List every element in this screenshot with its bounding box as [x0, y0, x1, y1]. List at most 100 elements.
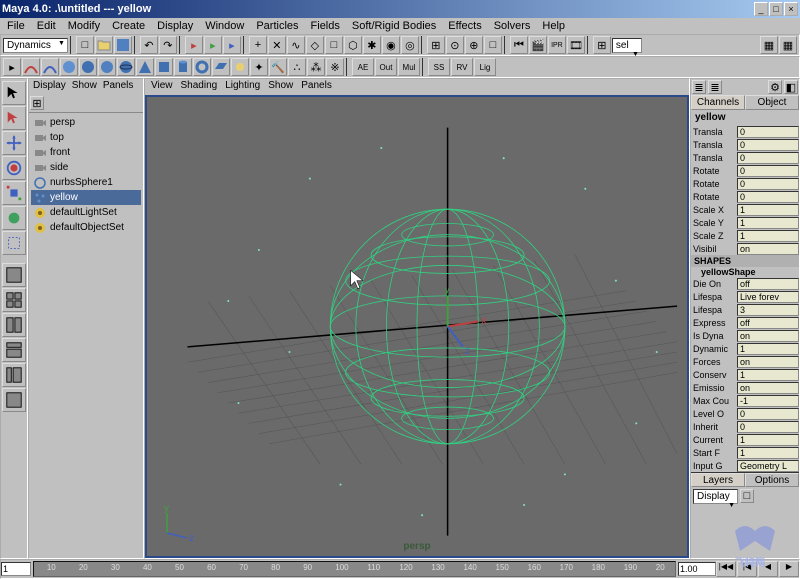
mask6-icon[interactable]: ⬡	[344, 36, 362, 54]
snap-grid-icon[interactable]: ⊞	[427, 36, 445, 54]
ch-icon4[interactable]: ◧	[784, 80, 798, 94]
sidebar-toggle-icon[interactable]: ▦	[760, 36, 778, 54]
history-icon[interactable]: ⏮	[510, 36, 528, 54]
shelf-torus-icon[interactable]	[193, 58, 211, 76]
ae-button[interactable]: AE	[352, 58, 374, 76]
menu-help[interactable]: Help	[537, 19, 570, 33]
channel-value-input[interactable]: -1	[737, 395, 799, 407]
shelf-ball1-icon[interactable]	[60, 58, 78, 76]
move-tool-icon[interactable]	[2, 131, 26, 155]
open-scene-icon[interactable]	[95, 36, 113, 54]
channel-value-input[interactable]: off	[737, 317, 799, 329]
channel-value-input[interactable]: 0	[737, 126, 799, 138]
outliner-item-defaultLightSet[interactable]: defaultLightSet	[31, 205, 141, 220]
menu-window[interactable]: Window	[200, 19, 249, 33]
shelf-emit1-icon[interactable]: ∴	[288, 58, 306, 76]
close-button[interactable]: ×	[784, 2, 798, 16]
channel-value-input[interactable]: 0	[737, 408, 799, 420]
channel-value-input[interactable]: Live forev	[737, 291, 799, 303]
menu-create[interactable]: Create	[107, 19, 150, 33]
shelf-emit2-icon[interactable]: ⁂	[307, 58, 325, 76]
channel-value-input[interactable]: 1	[737, 217, 799, 229]
shape-name[interactable]: yellowShape	[691, 267, 799, 277]
channel-value-input[interactable]: 0	[737, 178, 799, 190]
maximize-button[interactable]: □	[769, 2, 783, 16]
vp-menu-shading[interactable]: Shading	[181, 80, 218, 94]
channel-value-input[interactable]: 1	[737, 369, 799, 381]
select-hier-icon[interactable]: ▸	[185, 36, 203, 54]
channel-value-input[interactable]: 1	[737, 230, 799, 242]
layout-opt3-icon[interactable]	[2, 388, 26, 412]
channel-value-input[interactable]: 0	[737, 191, 799, 203]
mode-dropdown[interactable]: Dynamics	[3, 38, 68, 53]
channel-value-input[interactable]: on	[737, 382, 799, 394]
mask8-icon[interactable]: ◉	[382, 36, 400, 54]
ch-icon2[interactable]: ≣	[708, 80, 722, 94]
minimize-button[interactable]: _	[754, 2, 768, 16]
select-tool-icon[interactable]	[2, 81, 26, 105]
viewport-3d[interactable]: x y z yz persp	[145, 95, 689, 558]
menu-solvers[interactable]: Solvers	[489, 19, 536, 33]
outliner-item-top[interactable]: top	[31, 130, 141, 145]
outliner-item-nurbsSphere1[interactable]: nurbsSphere1	[31, 175, 141, 190]
lig-button[interactable]: Lig	[474, 58, 496, 76]
outliner-filter-icon[interactable]: ⊞	[30, 96, 44, 110]
channel-value-input[interactable]: on	[737, 330, 799, 342]
channel-value-input[interactable]: Geometry L	[737, 460, 799, 472]
layout-opt1-icon[interactable]	[2, 338, 26, 362]
sidebar-toggle2-icon[interactable]: ▦	[779, 36, 797, 54]
channel-value-input[interactable]: 0	[737, 152, 799, 164]
lasso-tool-icon[interactable]	[2, 106, 26, 130]
ss-button[interactable]: SS	[428, 58, 450, 76]
menu-modify[interactable]: Modify	[63, 19, 105, 33]
outliner-item-side[interactable]: side	[31, 160, 141, 175]
layer-new-icon[interactable]: □	[740, 489, 754, 503]
quick-sel-icon[interactable]: ⊞	[593, 36, 611, 54]
last-tool-icon[interactable]	[2, 231, 26, 255]
undo-icon[interactable]: ↶	[140, 36, 158, 54]
layer-display-dropdown[interactable]: Display	[693, 489, 738, 504]
ch-icon1[interactable]: ≣	[692, 80, 706, 94]
channel-value-input[interactable]: 1	[737, 434, 799, 446]
shelf-plane-icon[interactable]	[212, 58, 230, 76]
mask7-icon[interactable]: ✱	[363, 36, 381, 54]
shelf-cube-icon[interactable]	[155, 58, 173, 76]
shelf-curve2-icon[interactable]	[41, 58, 59, 76]
scale-tool-icon[interactable]	[2, 181, 26, 205]
menu-file[interactable]: File	[2, 19, 30, 33]
vp-menu-show[interactable]: Show	[268, 80, 293, 94]
layout-opt2-icon[interactable]	[2, 363, 26, 387]
new-scene-icon[interactable]: □	[76, 36, 94, 54]
shelf-ball3-icon[interactable]	[98, 58, 116, 76]
vp-menu-view[interactable]: View	[151, 80, 173, 94]
shelf-wand-icon[interactable]: ✦	[250, 58, 268, 76]
mask9-icon[interactable]: ◎	[401, 36, 419, 54]
tab-options[interactable]: Options	[745, 473, 799, 487]
outliner-menu-panels[interactable]: Panels	[103, 80, 134, 94]
channel-value-input[interactable]: on	[737, 243, 799, 255]
shelf-hammer-icon[interactable]: 🔨	[269, 58, 287, 76]
vp-menu-lighting[interactable]: Lighting	[225, 80, 260, 94]
manip-tool-icon[interactable]	[2, 206, 26, 230]
shelf-curve1-icon[interactable]	[22, 58, 40, 76]
shelf-ball2-icon[interactable]	[79, 58, 97, 76]
outliner-item-front[interactable]: front	[31, 145, 141, 160]
channel-value-input[interactable]: on	[737, 356, 799, 368]
outliner-item-yellow[interactable]: yellow	[31, 190, 141, 205]
save-scene-icon[interactable]	[114, 36, 132, 54]
tab-object[interactable]: Object	[745, 95, 799, 110]
timeline-ruler[interactable]: 1020304050607080901001101201301401501601…	[33, 561, 676, 577]
node-name[interactable]: yellow	[691, 110, 799, 125]
channel-value-input[interactable]: 0	[737, 421, 799, 433]
rv-button[interactable]: RV	[451, 58, 473, 76]
shelf-cylinder-icon[interactable]	[174, 58, 192, 76]
range-start-input[interactable]	[1, 562, 31, 576]
select-comp-icon[interactable]: ▸	[223, 36, 241, 54]
sel-dropdown[interactable]: sel	[612, 38, 642, 53]
channel-value-input[interactable]: 1	[737, 343, 799, 355]
channel-value-input[interactable]: off	[737, 278, 799, 290]
menu-particles[interactable]: Particles	[251, 19, 303, 33]
out-button[interactable]: Out	[375, 58, 397, 76]
outliner-item-persp[interactable]: persp	[31, 115, 141, 130]
shelf-emit3-icon[interactable]: ※	[326, 58, 344, 76]
